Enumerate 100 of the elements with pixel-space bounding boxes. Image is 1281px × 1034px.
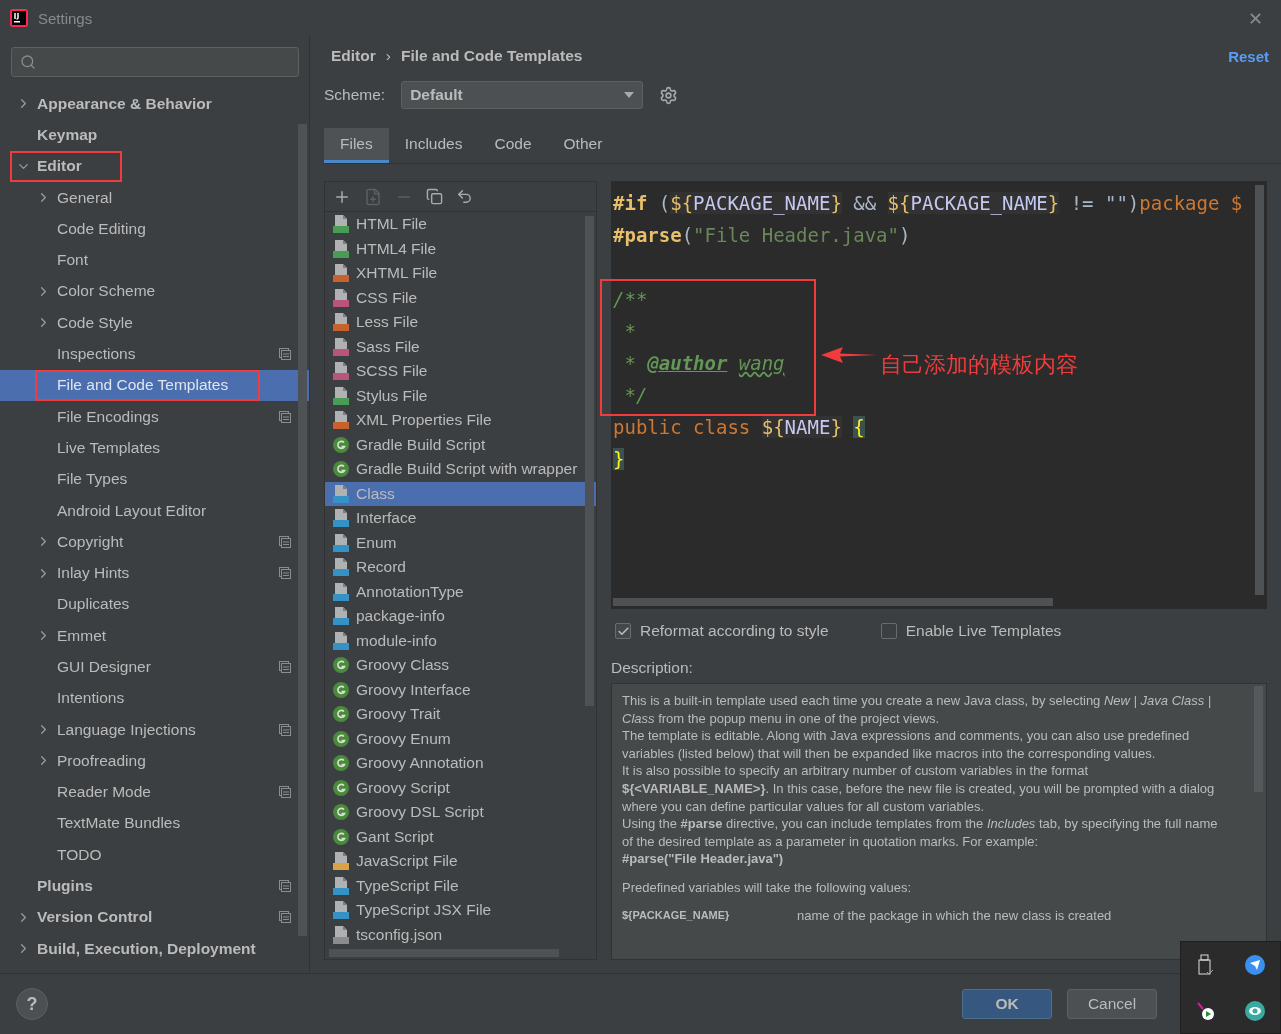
settings-tree-item[interactable]: Android Layout Editor [0,494,309,527]
tab[interactable]: Files [324,128,389,163]
template-list-item[interactable]: Groovy Enum [325,726,596,751]
template-list-item[interactable]: Sass File [325,334,596,359]
checkbox[interactable] [615,623,631,639]
template-list-item[interactable]: Groovy DSL Script [325,800,596,825]
file-icon [333,533,349,552]
reset-link[interactable]: Reset [1228,47,1269,65]
template-list-item[interactable]: HTML File [325,212,596,237]
template-list-item[interactable]: JavaScript File [325,849,596,874]
help-button[interactable]: ? [16,988,48,1020]
close-button[interactable]: ✕ [1241,7,1269,29]
file-icon [333,362,349,381]
scrollbar[interactable] [1255,185,1264,595]
settings-tree-item[interactable]: Code Style [0,307,309,339]
settings-tree-item[interactable]: Font [0,244,309,276]
search-field[interactable] [11,47,299,77]
template-list-item[interactable]: Gradle Build Script with wrapper [325,457,596,482]
settings-tree-item[interactable]: Editor [0,150,309,182]
dialog-button[interactable]: Cancel [1067,989,1157,1019]
file-icon [333,239,349,258]
settings-tree-item[interactable]: Intentions [0,682,309,714]
template-list-item[interactable]: Groovy Interface [325,677,596,702]
scrollbar[interactable] [585,216,594,706]
template-list-item[interactable]: TypeScript File [325,873,596,898]
settings-tree-item[interactable]: File Types [0,463,309,495]
template-list-item[interactable]: Gradle Build Script [325,432,596,457]
tab[interactable]: Other [547,128,619,163]
template-list-item[interactable]: TypeScript JSX File [325,898,596,923]
template-list-item[interactable]: HTML4 File [325,236,596,261]
description-text: Predefined variables will take the following values: [622,878,913,897]
template-list-item[interactable]: AnnotationType [325,579,596,604]
file-icon [333,925,349,944]
template-list-item[interactable]: XML Properties File [325,408,596,433]
file-icon [333,852,349,871]
settings-tree-item[interactable]: Inlay Hints [0,557,309,589]
undo-icon[interactable] [456,188,473,205]
settings-tree-item[interactable]: Live Templates [0,432,309,464]
template-list-item[interactable]: Groovy Trait [325,702,596,727]
template-list-item[interactable]: tsconfig.json [325,922,596,947]
annotation-text: 自己添加的模板内容 [880,351,1078,379]
template-list-item[interactable]: Gant Script [325,824,596,849]
template-list-item[interactable]: Enum [325,530,596,555]
template-list-item[interactable]: Record [325,555,596,580]
file-icon [333,288,349,307]
settings-tree-item[interactable]: Code Editing [0,213,309,245]
settings-tree-item[interactable]: TextMate Bundles [0,807,309,840]
copy-icon [279,348,291,360]
template-list-item[interactable]: module-info [325,628,596,653]
template-list-item[interactable]: Less File [325,310,596,335]
checkbox[interactable] [880,623,897,639]
settings-tree-item[interactable]: File Encodings [0,400,309,433]
settings-tree-item[interactable]: Build, Execution, Deployment [0,933,309,965]
settings-tree-item[interactable]: General [0,181,309,214]
scrollbar[interactable] [613,598,1053,606]
file-icon [333,337,349,356]
copy-icon [279,880,291,893]
template-list-item[interactable]: CSS File [325,285,596,310]
template-list-item[interactable]: Interface [325,506,596,531]
scrollbar[interactable] [298,124,307,936]
settings-tree-item[interactable]: Color Scheme [0,275,309,308]
settings-tree-item[interactable]: Version Control [0,901,309,933]
settings-tree-item[interactable]: Appearance & Behavior [0,88,309,120]
add-file-icon[interactable] [364,187,382,206]
file-icon [333,558,349,577]
eye-icon[interactable] [1245,1000,1266,1021]
template-list-item[interactable]: Groovy Class [325,653,596,678]
settings-tree-item[interactable]: Copyright [0,526,309,558]
code-line: * [623,319,636,344]
usb-drive-icon[interactable] [1197,954,1214,977]
settings-tree-item[interactable]: Language Injections [0,713,309,746]
file-icon [333,386,349,405]
send-icon[interactable] [1245,955,1266,976]
settings-tree-item[interactable]: Reader Mode [0,776,309,808]
template-list-item[interactable]: Stylus File [325,383,596,408]
settings-tree-item[interactable]: GUI Designer [0,651,309,683]
settings-tree-item[interactable]: Keymap [0,119,309,151]
template-list-item[interactable]: Groovy Script [325,775,596,800]
template-list-item[interactable]: SCSS File [325,359,596,384]
play-icon[interactable] [1196,1001,1215,1020]
template-list-item[interactable]: Groovy Annotation [325,751,596,776]
app-logo-icon [10,9,28,27]
settings-tree-item[interactable]: Plugins [0,870,309,902]
settings-tree-item[interactable]: Inspections [0,338,309,370]
template-list-item[interactable]: package-info [325,604,596,629]
template-list-item[interactable]: XHTML File [325,261,596,286]
copy-icon[interactable] [426,188,443,205]
code-line: public class ${NAME} { [613,415,865,440]
tab[interactable]: Includes [388,128,479,163]
settings-icon[interactable] [659,85,679,105]
settings-tree-item[interactable]: TODO [0,839,309,871]
settings-tree-item[interactable]: Proofreading [0,745,309,777]
scheme-dropdown[interactable]: Default [401,81,644,109]
dialog-button[interactable]: OK [962,989,1052,1019]
tab[interactable]: Code [478,128,548,163]
file-icon [333,901,349,920]
settings-tree-item[interactable]: Emmet [0,620,309,652]
file-icon [333,631,349,650]
groovy-icon [333,828,349,845]
settings-tree-item[interactable]: Duplicates [0,588,309,621]
